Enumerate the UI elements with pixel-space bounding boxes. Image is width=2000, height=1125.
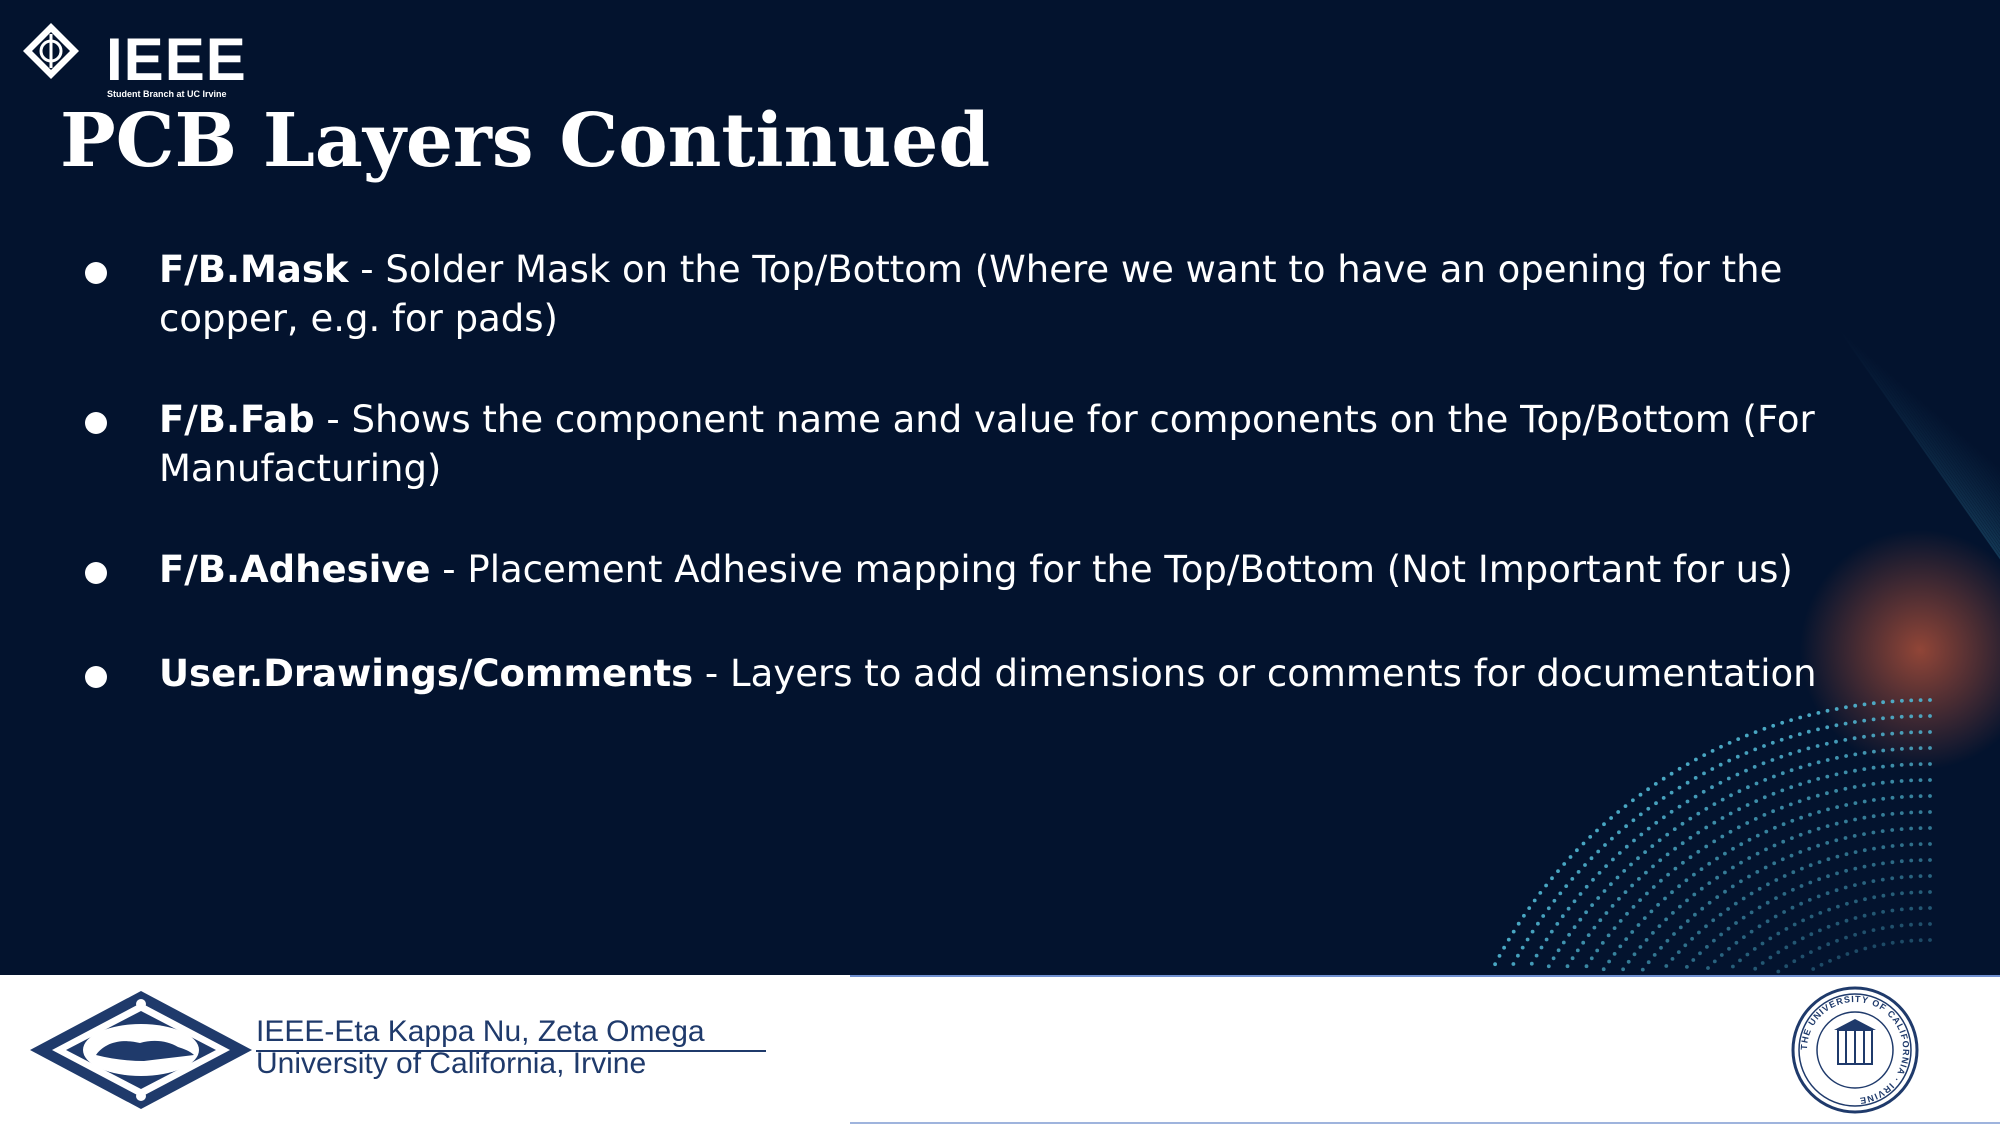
bullet-item-user-drawings: User.Drawings/Comments - Layers to add d… (85, 649, 1919, 698)
bullet-text: - Solder Mask on the Top/Bottom (Where w… (159, 248, 1783, 340)
bullet-text: - Shows the component name and value for… (159, 398, 1815, 490)
bullet-text: - Layers to add dimensions or comments f… (693, 652, 1817, 695)
bullet-dot (85, 412, 107, 434)
uc-seal-icon: THE UNIVERSITY OF CALIFORNIA · IRVINE (1791, 986, 1919, 1114)
bullet-item-adhesive: F/B.Adhesive - Placement Adhesive mappin… (85, 545, 1919, 594)
ieee-logo: IEEE Student Branch at UC Irvine (20, 20, 250, 99)
bullet-item-mask: F/B.Mask - Solder Mask on the Top/Bottom… (85, 245, 1919, 343)
org-name-line1: IEEE-Eta Kappa Nu, Zeta Omega (256, 1015, 705, 1048)
footer-divider (850, 975, 2000, 977)
ieee-logo-text: IEEE (106, 26, 247, 93)
bullet-term: F/B.Fab (159, 398, 315, 441)
bullet-text: - Placement Adhesive mapping for the Top… (430, 548, 1793, 591)
ieee-diamond-icon (23, 23, 79, 79)
slide: IEEE Student Branch at UC Irvine PCB Lay… (0, 0, 2000, 1125)
hkn-diamond-logo-icon (30, 991, 252, 1109)
bullet-term: F/B.Adhesive (159, 548, 431, 591)
bullet-dot (85, 562, 107, 584)
slide-body: IEEE Student Branch at UC Irvine PCB Lay… (0, 0, 2000, 975)
bullet-item-fab: F/B.Fab - Shows the component name and v… (85, 395, 1919, 493)
footer-divider-bottom (850, 1122, 2000, 1124)
bullet-dot (85, 262, 107, 284)
org-name-line2: University of California, Irvine (256, 1047, 647, 1080)
bullet-dot (85, 666, 107, 688)
bullet-term: User.Drawings/Comments (159, 652, 694, 695)
bullet-term: F/B.Mask (159, 248, 349, 291)
slide-title: PCB Layers Continued (60, 98, 991, 184)
slide-footer: IEEE-Eta Kappa Nu, Zeta Omega University… (0, 975, 2000, 1125)
